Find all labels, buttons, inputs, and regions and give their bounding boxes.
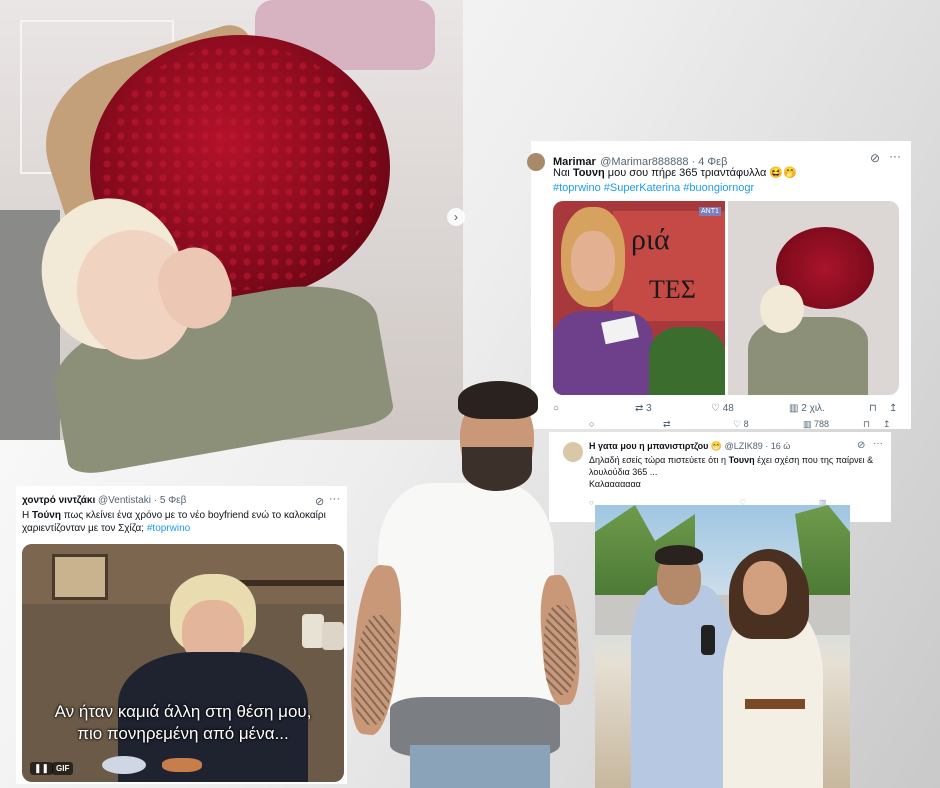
bookmark-icon-2[interactable]: ⊓ xyxy=(863,419,870,430)
more-options-icon[interactable]: ··· xyxy=(873,438,883,449)
tweet-header: χοντρό νιντζάκι @Ventistaki · 5 Φεβ xyxy=(22,495,186,506)
tweet-text: Ναι Τουνη μου σου πήρε 365 τριαντάφυλλα … xyxy=(553,166,903,196)
views-count-2: 788 xyxy=(814,419,830,429)
media-roses-photo[interactable] xyxy=(728,201,899,395)
tweet-text-pre: Η xyxy=(22,510,32,521)
tweet-text-bold: Τουνη xyxy=(572,167,605,179)
media-tv-clip[interactable]: ριά ΤΕΣ ΑΝΤ1 xyxy=(553,201,725,395)
views-icon[interactable]: ▥ 2 χιλ. xyxy=(789,403,825,414)
tweet-text-pre: Δηλαδή εσείς τώρα πιστεύετε ότι η xyxy=(589,455,729,465)
tweet-actions: ○ ⇄ 3 ♡ 48 ▥ 2 χιλ. ⊓ ↥ xyxy=(553,403,903,417)
jeans xyxy=(410,745,550,788)
tweet-text-post: μου σου πήρε 365 τριαντάφυλλα 😆🤭 xyxy=(604,167,797,179)
channel-logo: ΑΝΤ1 xyxy=(699,207,721,216)
tweet-hashtags[interactable]: #toprwino #SuperKaterina #buongiornogr xyxy=(553,182,754,194)
plant xyxy=(649,327,725,395)
tweet-text: Η Τούνη πως κλείνει ένα χρόνο με το νέο … xyxy=(22,509,342,535)
subtitle-line-1: Αν ήταν καμιά άλλη στη θέση μου, xyxy=(54,702,312,721)
share-icon-2[interactable]: ↥ xyxy=(883,419,891,430)
tweet-text-bold: Τουνη xyxy=(728,455,755,465)
carousel-next-icon[interactable]: › xyxy=(447,208,465,226)
hair-small xyxy=(760,285,804,333)
like-icon[interactable]: ♡ 48 xyxy=(711,403,734,414)
sign-text-1: ριά xyxy=(631,223,670,256)
tweet-text: Δηλαδή εσείς τώρα πιστεύετε ότι η Τουνη … xyxy=(589,454,885,490)
tweet-handle[interactable]: @Ventistaki · 5 Φεβ xyxy=(98,495,186,506)
man-shirt xyxy=(631,585,731,788)
wall-picture xyxy=(52,554,108,600)
arm-tattoo xyxy=(544,605,576,695)
bookmark-icon[interactable]: ⊓ xyxy=(869,403,877,414)
views-icon-2[interactable]: ▥ 788 xyxy=(803,419,829,430)
sign-text-2: ΤΕΣ xyxy=(649,275,696,304)
sunglasses xyxy=(701,625,715,655)
tweet-hashtag[interactable]: #toprwino xyxy=(147,523,190,534)
teacup xyxy=(102,756,146,774)
main-photo-woman-roses: › xyxy=(0,0,465,478)
tweet-actions-second: ○ ⇄ ♡ 8 ▥ 788 ⊓ ↥ xyxy=(553,419,903,431)
tweet-header: Η γατα μου η μπανιστιρτζου 😁 @LZIK89 · 1… xyxy=(589,441,790,452)
pause-icon[interactable]: ❚❚ xyxy=(30,762,54,775)
like-count: 48 xyxy=(722,403,734,414)
grok-icon[interactable]: ⊘ xyxy=(857,440,865,451)
subtitle-line-2: πιο πονηρεμένη από μένα... xyxy=(77,724,289,743)
tweet-author[interactable]: Η γατα μου η μπανιστιρτζου 😁 xyxy=(589,441,722,451)
avatar xyxy=(527,153,545,171)
pastry xyxy=(162,758,202,772)
tweet-text-bold: Τούνη xyxy=(32,510,61,521)
grok-icon[interactable]: ⊘ xyxy=(870,151,880,165)
sweater-small xyxy=(748,317,868,395)
retweet-count: 3 xyxy=(646,403,652,414)
man-hair xyxy=(458,381,538,419)
man-cutout-photo xyxy=(345,375,600,788)
tweet-author[interactable]: χοντρό νιντζάκι xyxy=(22,495,95,506)
like-count-2: 8 xyxy=(743,419,749,429)
white-tshirt xyxy=(378,483,554,713)
man-hair xyxy=(655,545,703,565)
gif-badge: GIF xyxy=(52,762,74,775)
woman-face xyxy=(743,561,787,615)
retweet-icon[interactable]: ⇄ 3 xyxy=(635,403,652,414)
tweet-text-pre: Ναι xyxy=(553,167,573,179)
man-beard xyxy=(462,447,532,491)
more-options-icon[interactable]: ··· xyxy=(329,493,340,505)
views-count: 2 χιλ. xyxy=(801,403,825,414)
gif-media[interactable]: Αν ήταν καμιά άλλη στη θέση μου, πιο πον… xyxy=(22,544,344,782)
jar xyxy=(302,614,324,648)
woman-face xyxy=(571,231,615,291)
jar xyxy=(322,622,344,650)
more-options-icon[interactable]: ··· xyxy=(889,149,901,163)
couple-photo xyxy=(595,505,850,788)
like-icon-2[interactable]: ♡ 8 xyxy=(733,419,749,430)
grok-icon[interactable]: ⊘ xyxy=(315,495,324,508)
tweet-handle[interactable]: @LZIK89 · 16 ώ xyxy=(725,441,791,451)
belt xyxy=(745,699,805,709)
retweet-icon-2[interactable]: ⇄ xyxy=(663,419,671,430)
tweet-card-gif: χοντρό νιντζάκι @Ventistaki · 5 Φεβ ⊘ ··… xyxy=(16,486,347,784)
share-icon[interactable]: ↥ xyxy=(889,403,897,414)
